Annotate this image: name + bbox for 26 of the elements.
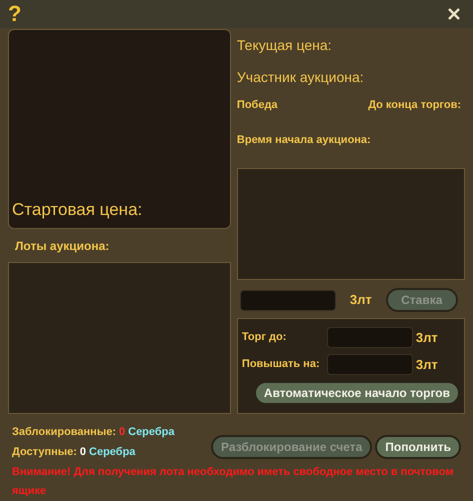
- balance-amount: 0: [119, 425, 126, 440]
- amount-unit: 3лт: [416, 356, 438, 374]
- currency-label: Серебра: [89, 444, 136, 460]
- bid-input[interactable]: [240, 290, 336, 310]
- win-label: Победа: [236, 98, 278, 113]
- auto-bid-label: Повышать на:: [242, 357, 321, 372]
- participant-label: Участник аукциона:: [236, 68, 365, 87]
- help-button[interactable]: ?: [8, 3, 22, 25]
- game-button[interactable]: Пополнить: [375, 435, 461, 459]
- close-icon[interactable]: [447, 7, 461, 21]
- balance-amount: 0: [80, 444, 86, 460]
- bid-unit: 3лт: [350, 291, 372, 310]
- auto-bid-label: Торг до:: [242, 330, 288, 346]
- game-button[interactable]: Автоматическое начало торгов: [254, 381, 460, 405]
- balance-label: Заблокированные:: [12, 425, 116, 440]
- balance-label: Доступные:: [12, 444, 77, 460]
- currency-label: Серебра: [128, 425, 175, 440]
- current-price-label: Текущая цена:: [236, 36, 333, 55]
- amount-input[interactable]: [326, 327, 413, 348]
- start-time-label: Время начала аукциона:: [236, 132, 372, 148]
- amount-input[interactable]: [326, 354, 413, 375]
- start-price-label: Стартовая цена:: [12, 198, 144, 220]
- lots-label: Лоты аукциона:: [15, 238, 110, 255]
- time-left-label: До конца торгов:: [368, 98, 461, 113]
- amount-unit: 3лт: [416, 328, 438, 347]
- warning-message: Внимание! Для получения лота необходимо иметь свободное место в почтовом ящике: [11, 465, 454, 499]
